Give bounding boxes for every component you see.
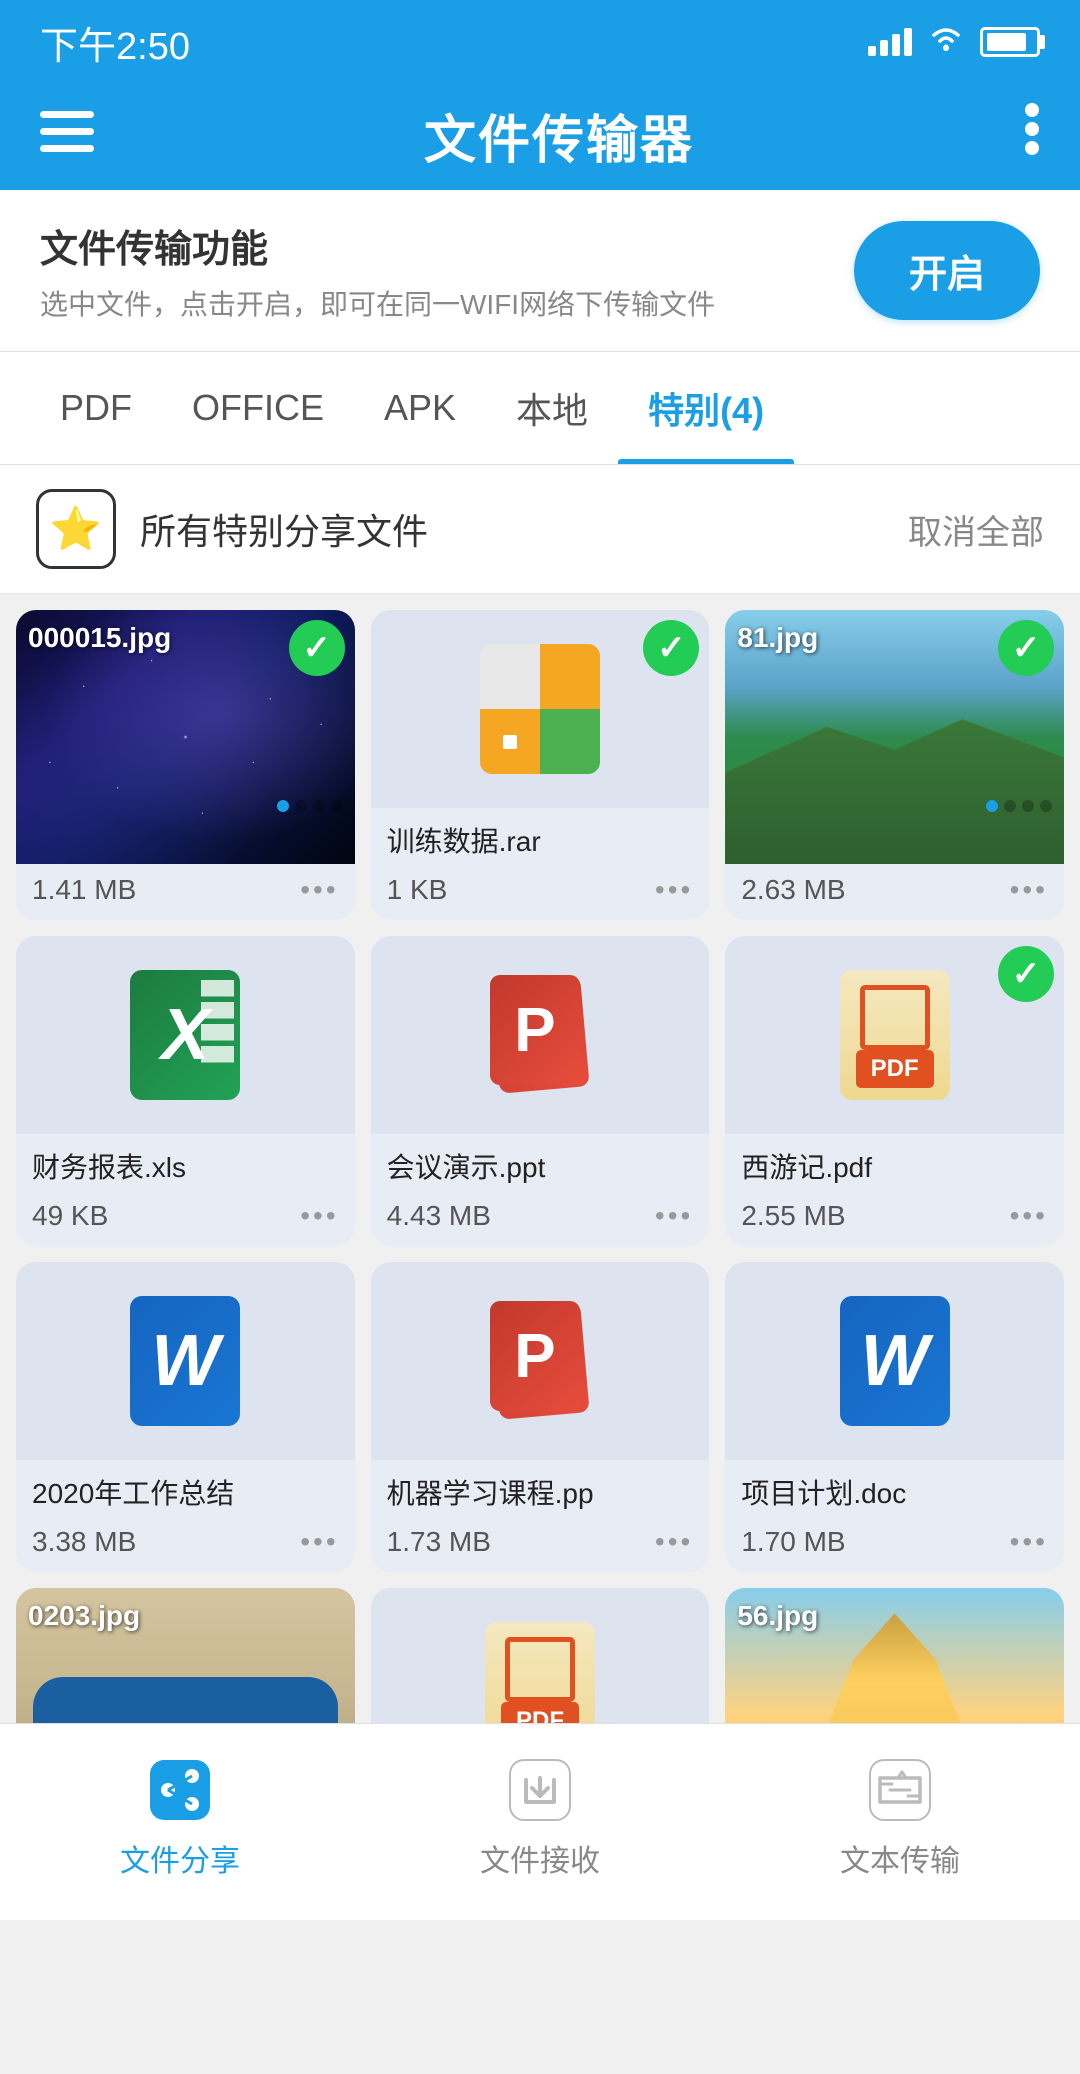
star-icon: ⭐ bbox=[36, 489, 116, 569]
file-thumbnail bbox=[16, 1262, 355, 1460]
banner-title: 文件传输功能 bbox=[40, 218, 715, 273]
file-footer: 3.38 MB ••• bbox=[16, 1516, 355, 1572]
battery-icon bbox=[980, 27, 1040, 57]
transfer-banner: 文件传输功能 选中文件，点击开启，即可在同一WIFI网络下传输文件 开启 bbox=[0, 190, 1080, 352]
nav-text-transfer[interactable]: 文本传输 bbox=[800, 1744, 1000, 1890]
nav-text-label: 文本传输 bbox=[840, 1836, 960, 1880]
list-item[interactable]: 000015.jpg ✓ 1.41 MB ••• bbox=[16, 610, 355, 920]
file-name: 2020年工作总结 bbox=[16, 1460, 355, 1516]
text-nav-icon bbox=[864, 1754, 936, 1826]
file-name: 西游记.pdf bbox=[725, 1134, 1064, 1190]
tab-pdf[interactable]: PDF bbox=[30, 357, 162, 459]
list-item[interactable]: 81.jpg ✓ 2.63 MB ••• bbox=[725, 610, 1064, 920]
nav-share-label: 文件分享 bbox=[120, 1836, 240, 1880]
file-menu-dots[interactable]: ••• bbox=[1010, 1526, 1048, 1558]
file-menu-dots[interactable]: ••• bbox=[1010, 874, 1048, 906]
file-size: 49 KB bbox=[32, 1200, 108, 1232]
file-size: 4.43 MB bbox=[387, 1200, 491, 1232]
file-name-overlay: 81.jpg bbox=[737, 622, 818, 654]
tab-local[interactable]: 本地 bbox=[486, 352, 618, 464]
status-bar: 下午2:50 bbox=[0, 0, 1080, 80]
app-title: 文件传输器 bbox=[424, 98, 694, 173]
file-menu-dots[interactable]: ••• bbox=[655, 1200, 693, 1232]
file-thumbnail: P bbox=[371, 1262, 710, 1460]
file-thumbnail: 000015.jpg ✓ bbox=[16, 610, 355, 864]
file-name-overlay: 56.jpg bbox=[737, 1600, 818, 1632]
share-nav-icon bbox=[144, 1754, 216, 1826]
tab-apk[interactable]: APK bbox=[354, 357, 486, 459]
section-header: ⭐ 所有特别分享文件 取消全部 bbox=[0, 465, 1080, 594]
tab-office[interactable]: OFFICE bbox=[162, 357, 354, 459]
status-time: 下午2:50 bbox=[40, 15, 190, 70]
bottom-nav: 文件分享 文件接收 文本传输 bbox=[0, 1723, 1080, 1920]
file-menu-dots[interactable]: ••• bbox=[655, 874, 693, 906]
file-name-overlay: 0203.jpg bbox=[28, 1600, 140, 1632]
nav-file-share[interactable]: 文件分享 bbox=[80, 1744, 280, 1890]
file-size: 3.38 MB bbox=[32, 1526, 136, 1558]
selected-check: ✓ bbox=[643, 620, 699, 676]
status-icons bbox=[868, 23, 1040, 62]
page-dots bbox=[277, 800, 343, 812]
file-menu-dots[interactable]: ••• bbox=[655, 1526, 693, 1558]
selected-check: ✓ bbox=[998, 620, 1054, 676]
file-size: 1 KB bbox=[387, 874, 448, 906]
nav-receive-label: 文件接收 bbox=[480, 1836, 600, 1880]
file-thumbnail: ✓ bbox=[371, 610, 710, 808]
file-footer: 1.41 MB ••• bbox=[16, 864, 355, 920]
start-transfer-button[interactable]: 开启 bbox=[854, 221, 1040, 320]
file-name: 机器学习课程.pp bbox=[371, 1460, 710, 1516]
banner-subtitle: 选中文件，点击开启，即可在同一WIFI网络下传输文件 bbox=[40, 283, 715, 323]
file-menu-dots[interactable]: ••• bbox=[1010, 1200, 1048, 1232]
cancel-all-button[interactable]: 取消全部 bbox=[908, 505, 1044, 554]
tab-bar: PDF OFFICE APK 本地 特别(4) bbox=[0, 352, 1080, 465]
file-thumbnail bbox=[16, 936, 355, 1134]
file-footer: 1 KB ••• bbox=[371, 864, 710, 920]
file-footer: 2.63 MB ••• bbox=[725, 864, 1064, 920]
file-footer: 1.70 MB ••• bbox=[725, 1516, 1064, 1572]
file-name: 会议演示.ppt bbox=[371, 1134, 710, 1190]
banner-text: 文件传输功能 选中文件，点击开启，即可在同一WIFI网络下传输文件 bbox=[40, 218, 715, 323]
selected-check: ✓ bbox=[998, 946, 1054, 1002]
app-bar: 文件传输器 bbox=[0, 80, 1080, 190]
list-item[interactable]: 财务报表.xls 49 KB ••• bbox=[16, 936, 355, 1246]
list-item[interactable]: ✓ 训练数据.rar 1 KB ••• bbox=[371, 610, 710, 920]
file-footer: 49 KB ••• bbox=[16, 1190, 355, 1246]
file-size: 2.55 MB bbox=[741, 1200, 845, 1232]
wifi-icon bbox=[928, 23, 964, 62]
section-left: ⭐ 所有特别分享文件 bbox=[36, 489, 428, 569]
file-thumbnail: P bbox=[371, 936, 710, 1134]
file-size: 2.63 MB bbox=[741, 874, 845, 906]
file-footer: 2.55 MB ••• bbox=[725, 1190, 1064, 1246]
file-menu-dots[interactable]: ••• bbox=[300, 1526, 338, 1558]
list-item[interactable]: 2020年工作总结 3.38 MB ••• bbox=[16, 1262, 355, 1572]
file-name: 项目计划.doc bbox=[725, 1460, 1064, 1516]
section-title: 所有特别分享文件 bbox=[140, 503, 428, 555]
file-grid: 000015.jpg ✓ 1.41 MB ••• ✓ bbox=[0, 594, 1080, 1914]
receive-nav-icon bbox=[504, 1754, 576, 1826]
file-size: 1.41 MB bbox=[32, 874, 136, 906]
tab-special[interactable]: 特别(4) bbox=[618, 352, 794, 464]
more-options-icon[interactable] bbox=[1024, 102, 1040, 169]
file-name-overlay: 000015.jpg bbox=[28, 622, 171, 654]
file-thumbnail: 81.jpg ✓ bbox=[725, 610, 1064, 864]
file-thumbnail bbox=[725, 1262, 1064, 1460]
file-name: 训练数据.rar bbox=[371, 808, 710, 864]
file-footer: 1.73 MB ••• bbox=[371, 1516, 710, 1572]
list-item[interactable]: P 机器学习课程.pp 1.73 MB ••• bbox=[371, 1262, 710, 1572]
list-item[interactable]: P 会议演示.ppt 4.43 MB ••• bbox=[371, 936, 710, 1246]
file-thumbnail: ✓ bbox=[725, 936, 1064, 1134]
file-footer: 4.43 MB ••• bbox=[371, 1190, 710, 1246]
file-name: 财务报表.xls bbox=[16, 1134, 355, 1190]
selected-check: ✓ bbox=[289, 620, 345, 676]
file-menu-dots[interactable]: ••• bbox=[300, 874, 338, 906]
hamburger-menu[interactable] bbox=[40, 111, 94, 160]
file-size: 1.70 MB bbox=[741, 1526, 845, 1558]
list-item[interactable]: ✓ 西游记.pdf 2.55 MB ••• bbox=[725, 936, 1064, 1246]
file-menu-dots[interactable]: ••• bbox=[300, 1200, 338, 1232]
file-size: 1.73 MB bbox=[387, 1526, 491, 1558]
nav-file-receive[interactable]: 文件接收 bbox=[440, 1744, 640, 1890]
list-item[interactable]: 项目计划.doc 1.70 MB ••• bbox=[725, 1262, 1064, 1572]
page-dots bbox=[986, 800, 1052, 812]
signal-icon bbox=[868, 28, 912, 56]
